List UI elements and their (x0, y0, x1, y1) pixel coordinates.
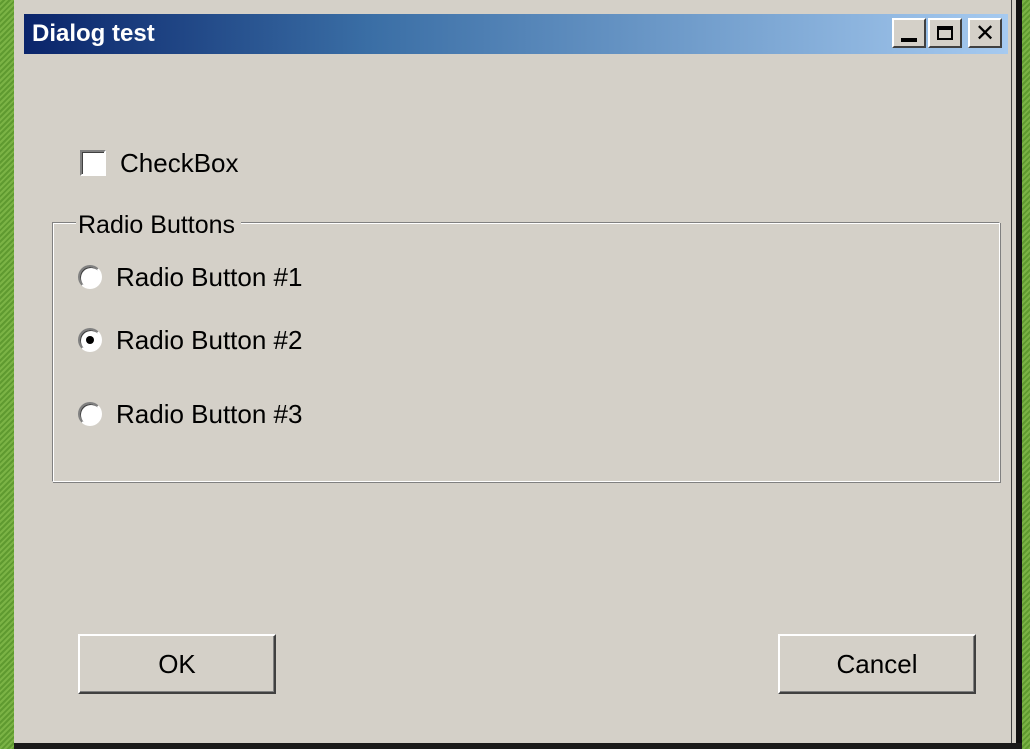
window-title: Dialog test (32, 20, 155, 47)
radio-circle-3[interactable] (78, 402, 102, 426)
groupbox-legend: Radio Buttons (76, 210, 242, 240)
ok-button[interactable]: OK (78, 634, 276, 694)
title-bar[interactable]: Dialog test ✕ (24, 14, 1008, 54)
close-icon: ✕ (974, 19, 996, 47)
close-button[interactable]: ✕ (968, 18, 1002, 48)
checkbox-control[interactable]: CheckBox (80, 146, 239, 180)
window-edge-bottom (14, 743, 1022, 749)
radio-option-3[interactable]: Radio Button #3 (78, 397, 302, 431)
radio-option-2[interactable]: Radio Button #2 (78, 323, 302, 357)
radio-option-1[interactable]: Radio Button #1 (78, 260, 302, 294)
radio-label-3: Radio Button #3 (116, 399, 303, 429)
radio-label-1: Radio Button #1 (116, 262, 303, 292)
cancel-button[interactable]: Cancel (778, 634, 976, 694)
radio-circle-2[interactable] (78, 328, 102, 352)
maximize-icon (937, 26, 953, 40)
minimize-icon (901, 38, 917, 42)
checkbox-label: CheckBox (120, 148, 239, 178)
radio-selected-dot (86, 336, 94, 344)
radio-label-2: Radio Button #2 (116, 325, 303, 355)
minimize-button[interactable] (892, 18, 926, 48)
maximize-button[interactable] (928, 18, 962, 48)
window-edge-right (1016, 0, 1022, 749)
radio-circle-1[interactable] (78, 265, 102, 289)
checkbox-box[interactable] (80, 150, 106, 176)
